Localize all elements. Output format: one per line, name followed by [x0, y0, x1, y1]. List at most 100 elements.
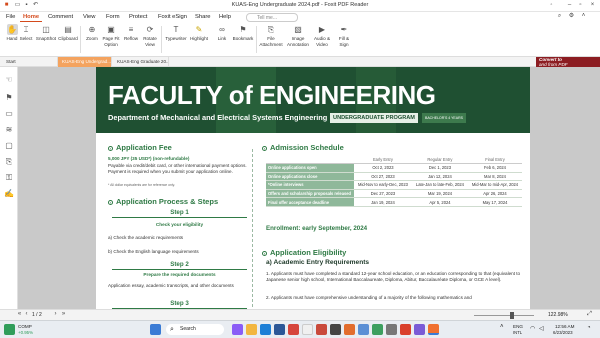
- clock-time[interactable]: 12:56 AM: [555, 324, 574, 329]
- brave-icon[interactable]: [316, 324, 327, 335]
- file-attachment-button[interactable]: ⎘ File Attachment: [258, 24, 284, 47]
- pages-panel-icon[interactable]: ▭: [4, 109, 14, 119]
- tray-chevron-icon[interactable]: ˄: [500, 324, 504, 330]
- academic-requirements-heading: a) Academic Entry Requirements: [266, 259, 370, 266]
- table-cell: Jan 12, 2024: [411, 172, 468, 182]
- table-cell: Oct 27, 2023: [354, 172, 412, 182]
- attachments-panel-icon[interactable]: ⎘: [4, 157, 14, 167]
- foxit-reader-icon[interactable]: [428, 324, 439, 335]
- table-cell: Apr 26, 2024: [467, 189, 522, 199]
- row-label: *Online interviews: [266, 180, 354, 190]
- taskbar-search[interactable]: ⌕ Search: [166, 324, 224, 335]
- window-title: KUAS-Eng Undergraduate 2024.pdf - Foxit …: [231, 2, 369, 8]
- zoom-slider[interactable]: [474, 315, 534, 316]
- store-icon[interactable]: [274, 324, 285, 335]
- application-fee-heading: › Application Fee: [108, 143, 172, 152]
- minimize-icon[interactable]: –: [566, 2, 573, 9]
- teams-icon[interactable]: [232, 324, 243, 335]
- last-page-icon[interactable]: »: [60, 311, 67, 318]
- start-icon[interactable]: [150, 324, 161, 335]
- menu-help[interactable]: Help: [216, 13, 234, 21]
- ribbon-separator: [256, 26, 257, 53]
- signature-panel-icon[interactable]: ✍: [4, 189, 14, 199]
- edge-icon[interactable]: [260, 324, 271, 335]
- fullscreen-icon[interactable]: ⤢: [586, 311, 593, 318]
- stock-label: COMP: [18, 324, 32, 329]
- row-label: Online applications open: [266, 163, 354, 173]
- security-panel-icon[interactable]: ⚿: [4, 173, 14, 183]
- bookmark-button[interactable]: ⚑ Bookmark: [230, 24, 256, 42]
- app-icon[interactable]: [344, 324, 355, 335]
- camera-icon: ◫: [42, 25, 50, 34]
- language-indicator[interactable]: ENG: [513, 324, 523, 329]
- convert-promo-banner[interactable]: Convert to and from PDF: [536, 57, 600, 67]
- chrome-icon[interactable]: [302, 324, 313, 335]
- table-cell: Oct 2, 2023: [354, 163, 412, 173]
- table-cell: Feb 6, 2024: [467, 163, 522, 173]
- tab-undergraduate[interactable]: KUAS-Eng Undergrad...: [58, 57, 112, 67]
- menu-share[interactable]: Share: [192, 13, 213, 21]
- notification-icon[interactable]: ◔: [587, 325, 591, 331]
- menu-foxit-esign[interactable]: Foxit eSign: [155, 13, 190, 21]
- app-icon[interactable]: [386, 324, 397, 335]
- rotate-icon: ⟳: [146, 25, 154, 34]
- menu-file[interactable]: File: [3, 13, 18, 21]
- title-bar: ■ ▭ ▪ ↶ KUAS-Eng Undergraduate 2024.pdf …: [0, 0, 600, 12]
- user-icon[interactable]: ◦: [548, 2, 555, 9]
- zoom-level[interactable]: 122.98%: [548, 312, 568, 318]
- document-viewport[interactable]: FACULTY of ENGINEERING Department of Mec…: [18, 67, 600, 309]
- close-icon[interactable]: ×: [589, 2, 596, 9]
- zoom-slider-thumb[interactable]: [510, 312, 514, 319]
- table-cell: Mar 8, 2024: [467, 172, 522, 182]
- tell-me-search[interactable]: Tell me...: [246, 13, 298, 22]
- rotate-view-button[interactable]: ⟳ Rotate View: [138, 24, 162, 47]
- highlight-button[interactable]: ✎ Highlight: [186, 24, 212, 42]
- table-cell: Late-Jan to late-Feb, 2024: [411, 180, 468, 190]
- app-icon[interactable]: [400, 324, 411, 335]
- search-icon[interactable]: ⌕: [556, 13, 563, 20]
- search-icon: ⌕: [170, 326, 174, 333]
- app-icon[interactable]: [372, 324, 383, 335]
- next-page-icon[interactable]: ›: [52, 311, 59, 318]
- stock-widget-icon[interactable]: [4, 324, 15, 335]
- mail-icon[interactable]: [288, 324, 299, 335]
- prev-page-icon[interactable]: ‹: [23, 311, 30, 318]
- maximize-icon[interactable]: ▫: [577, 2, 584, 9]
- menu-comment[interactable]: Comment: [45, 13, 76, 21]
- tab-graduate[interactable]: KUAS-Eng Graduate 20...: [113, 57, 169, 67]
- menu-view[interactable]: View: [80, 13, 98, 21]
- fee-amount: 5,000 JPY (35 USD*) (non-refundable): [108, 156, 190, 161]
- bookmark-icon: ⚑: [239, 25, 247, 34]
- fee-text: Payable via credit/debit card, or other …: [108, 163, 247, 174]
- app-icon[interactable]: [414, 324, 425, 335]
- table-row: Online applications open Oct 2, 2023 Dec…: [266, 163, 522, 173]
- fill-sign-button[interactable]: ✒ Fill & Sign: [334, 24, 354, 47]
- app-icon[interactable]: [358, 324, 369, 335]
- table-row: *Online interviews Mid-Nov to early-Dec,…: [266, 180, 522, 190]
- layers-panel-icon[interactable]: ≋: [4, 125, 14, 135]
- clipboard-button[interactable]: ▤ Clipboard: [56, 24, 80, 42]
- comments-panel-icon[interactable]: ▢: [4, 141, 14, 151]
- fee-note: * All dollar equivalents are for referen…: [108, 183, 176, 187]
- audio-video-button[interactable]: ▶ Audio & Video: [310, 24, 334, 47]
- volume-icon[interactable]: ◁: [539, 325, 544, 332]
- snapshot-button[interactable]: ◫ SnapShot: [34, 24, 58, 42]
- page-number[interactable]: 1 / 2: [32, 312, 42, 318]
- image-annotation-button[interactable]: ▧ Image Annotation: [285, 24, 311, 47]
- first-page-icon[interactable]: «: [16, 311, 23, 318]
- tab-start[interactable]: Start: [2, 57, 58, 67]
- chevron-up-icon[interactable]: ˄: [580, 13, 587, 20]
- settings-icon[interactable]: ⚙: [568, 13, 575, 20]
- menu-form[interactable]: Form: [103, 13, 123, 21]
- admission-schedule-heading: › Admission Schedule: [262, 143, 344, 152]
- wifi-icon[interactable]: ◠: [530, 325, 535, 332]
- file-explorer-icon[interactable]: [246, 324, 257, 335]
- menu-protect[interactable]: Protect: [126, 13, 150, 21]
- keyboard-layout[interactable]: INTL: [513, 330, 522, 335]
- hand-tool-icon[interactable]: ☜: [4, 75, 14, 85]
- menu-bar: File Home Comment View Form Protect Foxi…: [0, 12, 600, 23]
- app-icon[interactable]: [330, 324, 341, 335]
- bookmark-panel-icon[interactable]: ⚑: [4, 93, 14, 103]
- clock-date[interactable]: 6/23/2023: [553, 330, 573, 335]
- menu-home[interactable]: Home: [20, 13, 43, 22]
